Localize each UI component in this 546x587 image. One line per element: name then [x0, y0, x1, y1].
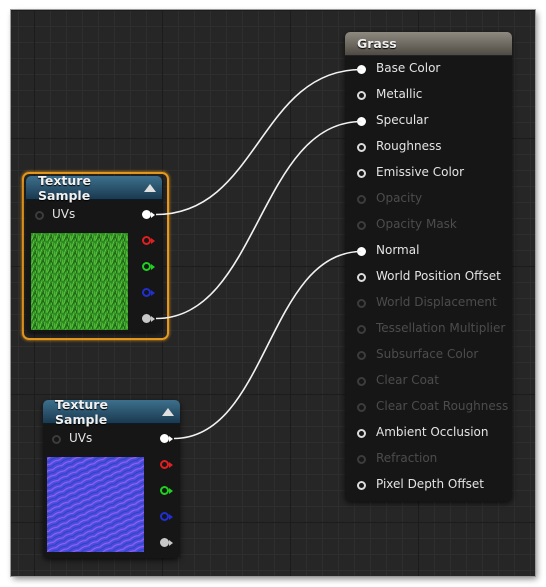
input-pin[interactable] — [357, 65, 366, 74]
input-pin[interactable] — [357, 143, 366, 152]
material-input-label: World Position Offset — [376, 269, 501, 283]
gray-output-pin[interactable] — [142, 314, 151, 323]
material-input-label: Clear Coat — [376, 373, 439, 387]
red-output-pin[interactable] — [160, 460, 169, 469]
material-input-label: Specular — [376, 113, 429, 127]
pin-arrow-icon — [151, 237, 155, 244]
material-input-label: Base Color — [376, 61, 441, 75]
green-output-pin[interactable] — [142, 262, 151, 271]
pin-arrow-icon — [169, 513, 173, 520]
blue-output-pin[interactable] — [142, 288, 151, 297]
pin-arrow-icon — [151, 289, 155, 296]
node-title: Texture Sample — [55, 396, 108, 427]
pin-arrow-icon — [169, 539, 173, 546]
input-pin — [357, 351, 366, 360]
material-input-label: Opacity — [376, 191, 423, 205]
material-input-label: World Displacement — [376, 295, 497, 309]
input-pin[interactable] — [357, 91, 366, 100]
input-pin[interactable] — [357, 117, 366, 126]
collapse-icon[interactable] — [144, 183, 156, 192]
material-result-node[interactable]: Grass Base Color Metallic Specular Roughnes… — [345, 32, 512, 501]
input-pin — [357, 455, 366, 464]
material-input-label: Ambient Occlusion — [376, 425, 489, 439]
material-input-label: Clear Coat Roughness — [376, 399, 509, 413]
material-input-label: Metallic — [376, 87, 423, 101]
uvs-input-pin[interactable] — [52, 435, 61, 444]
input-pin — [357, 195, 366, 204]
material-input-label: Emissive Color — [376, 165, 465, 179]
pin-arrow-icon — [169, 435, 173, 442]
material-input-label: Tessellation Multiplier — [376, 321, 506, 335]
input-pin — [357, 221, 366, 230]
input-pin[interactable] — [357, 429, 366, 438]
white-output-pin[interactable] — [142, 210, 151, 219]
material-input-label: Pixel Depth Offset — [376, 477, 484, 491]
material-input-label: Normal — [376, 243, 420, 257]
grass-texture-thumbnail — [31, 233, 128, 330]
green-output-pin[interactable] — [160, 486, 169, 495]
input-pin[interactable] — [357, 169, 366, 178]
texture-sample-node-2[interactable]: Texture Sample UVs — [43, 396, 180, 558]
material-input-label: Opacity Mask — [376, 217, 457, 231]
input-pin — [357, 377, 366, 386]
material-input-label: Subsurface Color — [376, 347, 479, 361]
node-header[interactable]: Texture Sample — [26, 172, 162, 203]
input-pin — [357, 299, 366, 308]
node-title: Texture Sample — [38, 172, 91, 203]
white-output-pin[interactable] — [160, 434, 169, 443]
pin-arrow-icon — [151, 263, 155, 270]
node-header[interactable]: Texture Sample — [43, 396, 180, 427]
material-name: Grass — [357, 36, 397, 51]
normal-map-thumbnail — [47, 457, 144, 552]
pin-arrow-icon — [151, 315, 155, 322]
node-header[interactable]: Grass — [345, 32, 512, 56]
input-pin[interactable] — [357, 273, 366, 282]
texture-sample-node-1[interactable]: Texture Sample UVs — [26, 172, 162, 332]
input-pin[interactable] — [357, 247, 366, 256]
gray-output-pin[interactable] — [160, 538, 169, 547]
collapse-icon[interactable] — [162, 407, 174, 416]
uvs-input-pin[interactable] — [35, 211, 44, 220]
red-output-pin[interactable] — [142, 236, 151, 245]
uvs-label: UVs — [52, 207, 76, 221]
blue-output-pin[interactable] — [160, 512, 169, 521]
uvs-label: UVs — [69, 431, 93, 445]
input-pin — [357, 325, 366, 334]
input-pin — [357, 403, 366, 412]
material-input-label: Roughness — [376, 139, 442, 153]
pin-arrow-icon — [169, 487, 173, 494]
material-input-label: Refraction — [376, 451, 438, 465]
input-pin[interactable] — [357, 481, 366, 490]
pin-arrow-icon — [151, 211, 155, 218]
pin-arrow-icon — [169, 461, 173, 468]
